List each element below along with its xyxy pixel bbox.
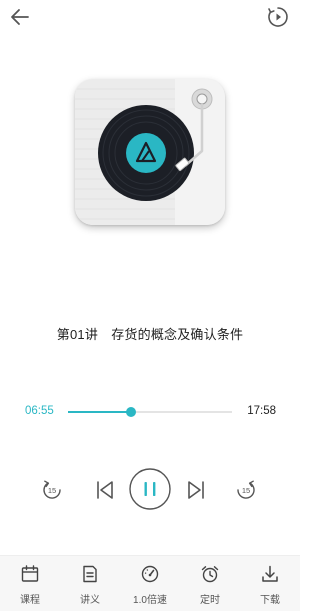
turntable-card [75,79,225,225]
back-button[interactable] [8,5,32,29]
progress-bar: 06:55 17:58 [0,400,300,424]
lesson-title: 第01讲 存货的概念及确认条件 [56,327,244,342]
forward-label: 15 [242,486,250,495]
bottom-toolbar: 课程 讲义 1.0倍速 定时 下载 [0,555,300,611]
top-bar [0,0,300,34]
calendar-icon [21,565,39,582]
turntable-record-icon [75,79,225,225]
total-time: 17:58 [247,405,276,417]
previous-track-button[interactable] [94,478,116,502]
nav-course-label: 课程 [20,595,40,606]
speedometer-icon [141,565,159,583]
nav-download[interactable]: 下载 [240,556,300,611]
download-icon [262,565,278,582]
playback-controls: 15 15 [0,468,300,512]
album-art [75,79,225,225]
nav-handout-label: 讲义 [80,595,100,606]
nav-speed-label: 1.0倍速 [133,595,167,606]
forward-15-button[interactable]: 15 [234,478,258,502]
seek-track[interactable] [68,407,232,417]
sleep-timer-button[interactable] [266,5,290,29]
document-icon [83,565,97,583]
nav-handout[interactable]: 讲义 [60,556,120,611]
alarm-clock-icon [201,566,219,583]
rewind-15-button[interactable]: 15 [40,478,64,502]
arrow-left-icon [11,9,29,25]
nav-course[interactable]: 课程 [0,556,60,611]
rewind-label: 15 [48,486,56,495]
current-time: 06:55 [25,405,54,417]
seek-handle[interactable] [126,407,137,417]
nav-timer[interactable]: 定时 [180,556,240,611]
nav-download-label: 下载 [260,595,280,606]
seek-track-fill [68,411,132,413]
next-track-button[interactable] [185,478,207,502]
nav-timer-label: 定时 [200,595,220,606]
nav-speed[interactable]: 1.0倍速 [120,556,180,611]
circular-timer-icon [268,7,288,27]
play-pause-button[interactable] [129,468,171,510]
